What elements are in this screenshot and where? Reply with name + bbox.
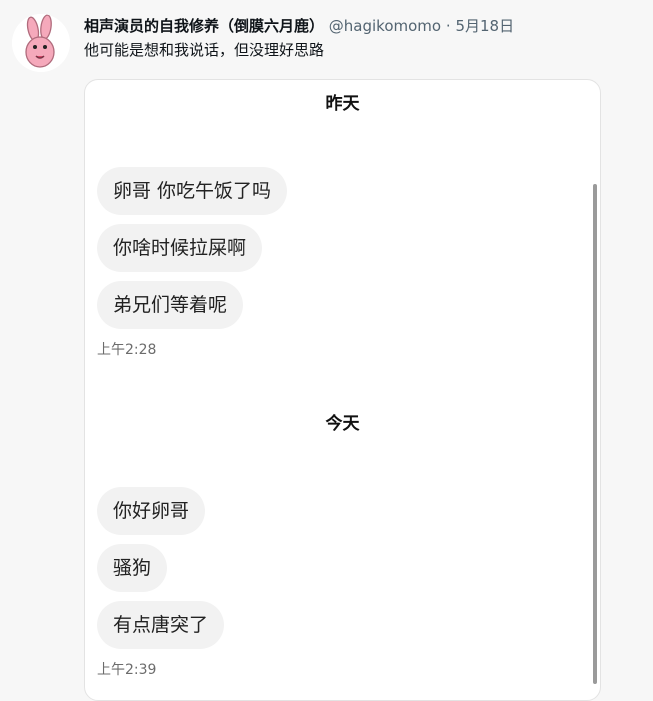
author-avatar[interactable] — [12, 14, 70, 72]
message-bubble: 弟兄们等着呢 — [97, 281, 244, 329]
author-handle[interactable]: @hagikomomo — [329, 17, 441, 35]
chat-screenshot-image[interactable]: 昨天 卵哥 你吃午饭了吗 你啥时候拉屎啊 弟兄们等着呢 上午2:28 今天 你好… — [84, 79, 601, 701]
pink-rabbit-avatar-icon — [12, 14, 70, 72]
message-bubble: 你啥时候拉屎啊 — [97, 224, 263, 272]
message-time: 上午2:28 — [97, 342, 157, 358]
separator-dot: · — [445, 17, 451, 35]
day-label-yesterday: 昨天 — [325, 94, 360, 114]
chat-scrollbar — [593, 184, 597, 684]
author-line: 相声演员的自我修养（倒膜六月鹿） @hagikomomo · 5月18日 — [84, 15, 643, 37]
day-label-today: 今天 — [325, 414, 360, 434]
message-bubble: 卵哥 你吃午饭了吗 — [97, 167, 288, 215]
tweet-header: 相声演员的自我修养（倒膜六月鹿） @hagikomomo · 5月18日 他可能… — [84, 15, 643, 61]
tweet-date[interactable]: 5月18日 — [455, 17, 514, 35]
message-bubble: 骚狗 — [97, 544, 168, 592]
message-bubble: 有点唐突了 — [97, 601, 225, 649]
tweet-text: 他可能是想和我说话，但没理好思路 — [84, 41, 325, 59]
message-time: 上午2:39 — [97, 662, 157, 678]
author-name[interactable]: 相声演员的自我修养（倒膜六月鹿） — [84, 17, 324, 35]
message-bubble: 你好卵哥 — [97, 487, 206, 535]
